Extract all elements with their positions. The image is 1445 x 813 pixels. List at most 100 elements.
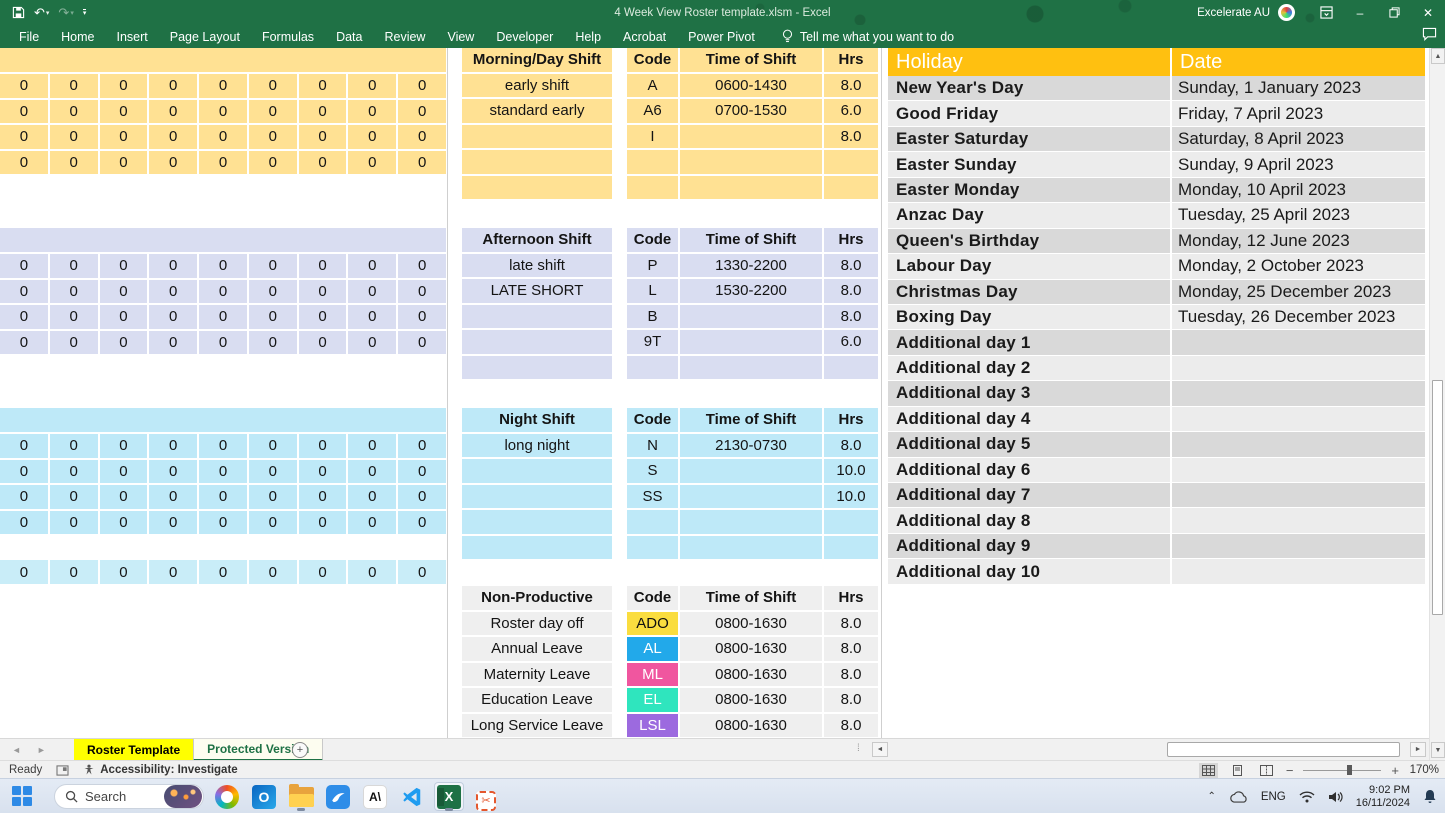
grid-cell[interactable]: 0 [348, 151, 396, 175]
holiday-date-cell[interactable]: Monday, 2 October 2023 [1172, 254, 1425, 278]
grid-cell[interactable]: 0 [149, 434, 197, 458]
hrs-cell[interactable]: 6.0 [824, 99, 878, 123]
grid-cell[interactable]: 0 [50, 151, 98, 175]
code-cell[interactable]: N [627, 434, 678, 458]
grid-cell[interactable]: 0 [100, 305, 148, 329]
grid-cell[interactable]: 0 [348, 434, 396, 458]
onedrive-icon[interactable] [1229, 791, 1248, 803]
hrs-cell[interactable] [824, 150, 878, 174]
grid-cell[interactable]: 0 [348, 280, 396, 304]
grid-cell[interactable]: 0 [398, 254, 446, 278]
grid-cell[interactable]: 0 [100, 254, 148, 278]
holiday-name-cell[interactable]: Additional day 4 [888, 407, 1170, 431]
grid-cell[interactable]: 0 [299, 151, 347, 175]
code-cell[interactable]: ADO [627, 612, 678, 636]
scroll-down-arrow[interactable]: ▼ [1431, 742, 1445, 758]
time-of-shift-cell[interactable] [680, 330, 822, 354]
hrs-cell[interactable]: 8.0 [824, 688, 878, 712]
hrs-cell[interactable]: 8.0 [824, 714, 878, 738]
grid-cell[interactable]: 0 [199, 511, 247, 535]
hrs-cell[interactable]: 8.0 [824, 612, 878, 636]
holiday-name-cell[interactable]: Additional day 5 [888, 432, 1170, 456]
ribbon-tab-help[interactable]: Help [564, 25, 612, 48]
holiday-name-cell[interactable]: Additional day 3 [888, 381, 1170, 405]
grid-cell[interactable]: 0 [199, 305, 247, 329]
ribbon-tab-review[interactable]: Review [373, 25, 436, 48]
code-cell[interactable] [627, 150, 678, 174]
code-header-cell[interactable]: Code [627, 408, 678, 432]
code-cell[interactable]: AL [627, 637, 678, 661]
holiday-name-cell[interactable]: Additional day 6 [888, 458, 1170, 482]
hrs-cell[interactable]: 8.0 [824, 254, 878, 278]
hrs-header-cell[interactable]: Hrs [824, 48, 878, 72]
grid-cell[interactable]: 0 [249, 305, 297, 329]
grid-cell[interactable]: 0 [0, 100, 48, 124]
holiday-name-cell[interactable]: Good Friday [888, 101, 1170, 125]
grid-cell[interactable]: 0 [50, 331, 98, 355]
holiday-name-cell[interactable]: Easter Sunday [888, 152, 1170, 176]
shift-name-cell[interactable]: early shift [462, 74, 612, 98]
time-of-shift-header-cell[interactable]: Time of Shift [680, 586, 822, 610]
sheet-nav-right-icon[interactable]: ► [37, 745, 46, 755]
grid-cell[interactable]: 0 [50, 460, 98, 484]
grid-cell[interactable]: 0 [348, 254, 396, 278]
grid-cell[interactable]: 0 [100, 434, 148, 458]
holiday-date-cell[interactable]: Sunday, 9 April 2023 [1172, 152, 1425, 176]
macro-record-button[interactable] [56, 765, 69, 776]
time-of-shift-cell[interactable]: 0800-1630 [680, 663, 822, 687]
restore-button[interactable] [1377, 0, 1411, 25]
notification-bell-icon[interactable] [1423, 789, 1437, 804]
hrs-cell[interactable]: 8.0 [824, 279, 878, 303]
grid-cell[interactable]: 0 [299, 280, 347, 304]
tell-me-box[interactable]: Tell me what you want to do [782, 29, 954, 44]
tab-scroll-splitter[interactable]: ⁞ [857, 743, 859, 754]
grid-cell[interactable]: 0 [348, 331, 396, 355]
time-of-shift-cell[interactable]: 0800-1630 [680, 637, 822, 661]
holiday-name-cell[interactable]: Easter Saturday [888, 127, 1170, 151]
grid-cell[interactable]: 0 [0, 254, 48, 278]
taskbar-excel-button[interactable]: X [434, 782, 464, 811]
holiday-date-cell[interactable] [1172, 483, 1425, 507]
grid-cell[interactable]: 0 [50, 254, 98, 278]
zoom-in-button[interactable]: + [1391, 763, 1399, 778]
code-cell[interactable]: EL [627, 688, 678, 712]
shift-name-cell[interactable]: Long Service Leave [462, 714, 612, 738]
comments-button[interactable] [1422, 27, 1437, 41]
holiday-date-cell[interactable] [1172, 407, 1425, 431]
close-button[interactable]: ✕ [1411, 0, 1445, 25]
grid-cell[interactable]: 0 [199, 100, 247, 124]
shift-name-cell[interactable] [462, 125, 612, 149]
grid-cell[interactable]: 0 [348, 485, 396, 509]
grid-cell[interactable]: 0 [348, 460, 396, 484]
page-layout-view-button[interactable] [1228, 763, 1247, 778]
taskbar-copilot-button[interactable] [212, 782, 242, 811]
grid-cell[interactable]: 0 [249, 511, 297, 535]
grid-cell[interactable]: 0 [398, 280, 446, 304]
grid-cell[interactable]: 0 [149, 100, 197, 124]
grid-cell[interactable]: 0 [199, 434, 247, 458]
holiday-date-cell[interactable]: Monday, 10 April 2023 [1172, 178, 1425, 202]
grid-cell[interactable]: 0 [199, 460, 247, 484]
time-of-shift-cell[interactable] [680, 510, 822, 534]
time-of-shift-cell[interactable] [680, 305, 822, 329]
grid-cell[interactable]: 0 [100, 125, 148, 149]
holiday-date-cell[interactable]: Tuesday, 26 December 2023 [1172, 305, 1425, 329]
grid-cell[interactable]: 0 [249, 125, 297, 149]
grid-cell[interactable]: 0 [149, 485, 197, 509]
holiday-name-cell[interactable]: Anzac Day [888, 203, 1170, 227]
holiday-name-cell[interactable]: Labour Day [888, 254, 1170, 278]
code-cell[interactable] [627, 356, 678, 380]
holiday-date-cell[interactable]: Tuesday, 25 April 2023 [1172, 203, 1425, 227]
shift-name-cell[interactable] [462, 356, 612, 380]
grid-cell[interactable]: 0 [398, 100, 446, 124]
account-avatar[interactable] [1278, 4, 1295, 21]
new-sheet-button[interactable]: + [292, 742, 308, 758]
hrs-cell[interactable]: 10.0 [824, 485, 878, 509]
grid-cell[interactable]: 0 [199, 560, 247, 584]
code-cell[interactable]: S [627, 459, 678, 483]
horizontal-scroll-thumb[interactable] [1167, 742, 1400, 757]
hrs-header-cell[interactable]: Hrs [824, 228, 878, 252]
taskbar-snipping-tool-button[interactable]: ✂ [471, 782, 501, 811]
minimize-button[interactable]: – [1343, 0, 1377, 25]
grid-cell[interactable]: 0 [100, 460, 148, 484]
